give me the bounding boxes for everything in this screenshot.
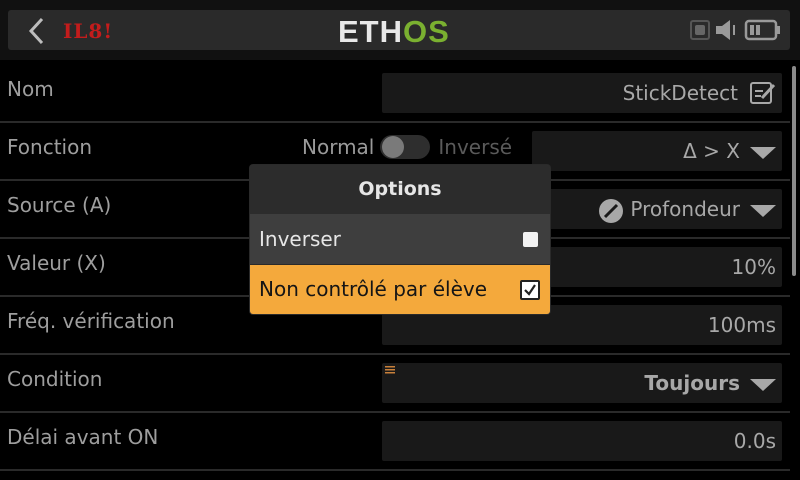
name-label: Nom: [7, 77, 54, 101]
frequency-value: 100ms: [707, 313, 776, 337]
source-value: Profondeur: [630, 197, 740, 221]
value-value: 10%: [731, 255, 776, 279]
not-student-checkbox[interactable]: [520, 280, 540, 300]
delay-value: 0.0s: [733, 429, 776, 453]
invert-checkbox[interactable]: [523, 232, 538, 247]
dialog-title: Options: [250, 165, 550, 214]
back-button[interactable]: [18, 16, 58, 46]
stick-axis-icon: [599, 198, 624, 223]
invert-toggle[interactable]: [380, 135, 431, 159]
toggle-knob: [382, 136, 405, 158]
toggle-normal-label: Normal: [302, 135, 375, 159]
option-invert-label: Inverser: [259, 227, 341, 251]
function-value: Δ > X: [683, 139, 740, 163]
frequency-label: Fréq. vérification: [7, 309, 175, 333]
row-name: Nom StickDetect: [0, 65, 800, 123]
condition-label: Condition: [7, 367, 103, 391]
name-value: StickDetect: [622, 81, 738, 105]
scrollbar[interactable]: [792, 66, 796, 276]
row-separator: [0, 469, 790, 471]
edit-icon: [750, 82, 776, 104]
source-value-wrap: Profondeur: [598, 197, 776, 224]
ethos-logo: ETHOS: [338, 14, 450, 50]
function-label: Fonction: [7, 135, 93, 159]
menu-lines-icon: [385, 366, 395, 374]
chevron-left-icon: [28, 17, 44, 45]
condition-value-wrap: Toujours: [644, 371, 776, 395]
top-bar-panel: IL8! ETHOS: [8, 10, 790, 50]
dropdown-caret-icon: [750, 146, 776, 159]
function-value-wrap: Δ > X: [683, 139, 776, 163]
model-name: IL8!: [63, 19, 114, 43]
toggle-inverse-label: Inversé: [438, 135, 513, 159]
logo-os: OS: [403, 14, 450, 49]
function-toggle-group: Normal Inversé: [302, 135, 512, 159]
option-not-student-controlled[interactable]: Non contrôlé par élève: [250, 265, 550, 314]
option-invert[interactable]: Inverser: [250, 215, 550, 264]
checkmark-icon: [524, 284, 536, 296]
condition-dropdown[interactable]: Toujours: [382, 363, 782, 403]
function-dropdown[interactable]: Δ > X: [532, 131, 782, 171]
battery-icon: [744, 19, 780, 41]
value-label: Valeur (X): [7, 251, 106, 275]
condition-value: Toujours: [644, 371, 740, 395]
row-delay-on: Délai avant ON 0.0s: [0, 413, 800, 471]
source-label: Source (A): [7, 193, 112, 217]
dropdown-caret-icon: [750, 378, 776, 391]
dropdown-caret-icon: [750, 204, 776, 217]
name-field[interactable]: StickDetect: [382, 73, 782, 113]
option-not-student-label: Non contrôlé par élève: [259, 277, 488, 301]
options-dialog: Options Inverser Non contrôlé par élève: [250, 165, 550, 314]
speaker-icon[interactable]: [714, 18, 740, 42]
status-icons: [690, 18, 782, 42]
delay-field[interactable]: 0.0s: [382, 421, 782, 461]
top-bar: IL8! ETHOS: [0, 0, 800, 60]
delay-label: Délai avant ON: [7, 425, 159, 449]
row-condition: Condition Toujours: [0, 355, 800, 413]
record-stop-icon[interactable]: [690, 20, 710, 40]
logo-eth: ETH: [338, 14, 403, 49]
